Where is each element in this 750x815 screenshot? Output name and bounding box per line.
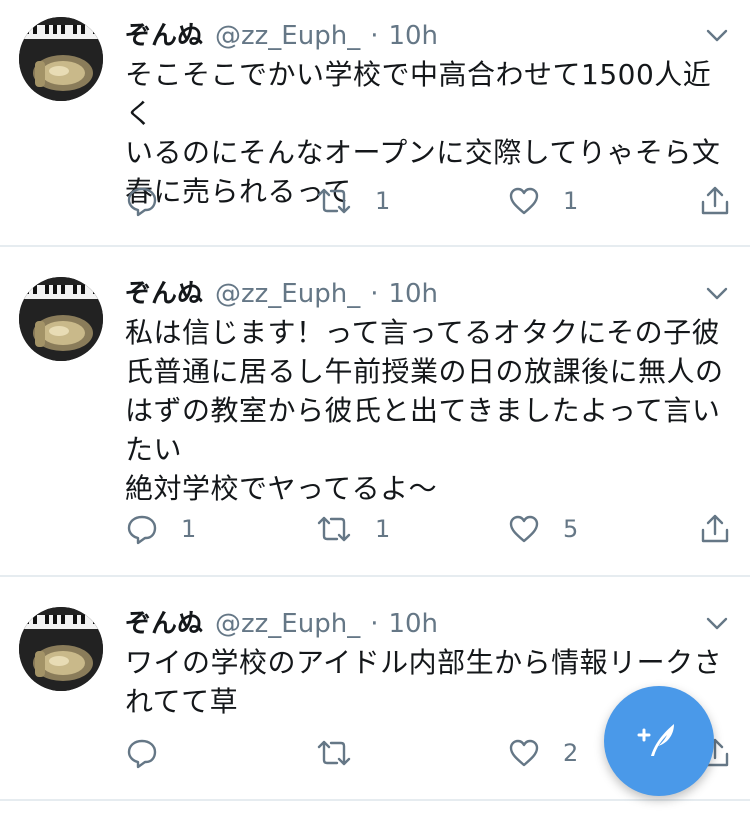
reply-button[interactable]	[125, 181, 181, 221]
retweet-button[interactable]	[315, 733, 375, 773]
tweet-header: ぞんぬ @zz_Euph_ · 10h	[125, 606, 690, 642]
display-name[interactable]: ぞんぬ	[125, 606, 203, 642]
retweet-icon	[315, 736, 353, 770]
chevron-down-icon[interactable]	[704, 610, 730, 636]
user-handle[interactable]: @zz_Euph_	[215, 606, 360, 642]
tweet[interactable]: ぞんぬ @zz_Euph_ · 10h そこそこでかい学校で中高合わせて1500…	[0, 0, 750, 247]
chevron-down-icon[interactable]	[704, 22, 730, 48]
reply-icon	[125, 512, 159, 546]
retweet-button[interactable]: 1	[315, 509, 390, 549]
user-handle[interactable]: @zz_Euph_	[215, 276, 360, 312]
display-name[interactable]: ぞんぬ	[125, 18, 203, 54]
like-button[interactable]: 5	[507, 509, 578, 549]
timestamp[interactable]: 10h	[388, 18, 438, 54]
separator-dot: ·	[370, 609, 379, 639]
avatar[interactable]	[19, 607, 103, 691]
user-handle[interactable]: @zz_Euph_	[215, 18, 360, 54]
like-count: 1	[563, 187, 579, 215]
tweet[interactable]: ぞんぬ @zz_Euph_ · 10h 私は信じます！って言ってるオタクにその子…	[0, 247, 750, 577]
tweet-header: ぞんぬ @zz_Euph_ · 10h	[125, 18, 690, 54]
reply-count: 1	[181, 515, 197, 543]
avatar[interactable]	[19, 17, 103, 101]
like-count: 2	[563, 739, 579, 767]
tweet-actions: 1 1 5	[125, 509, 750, 549]
reply-button[interactable]: 1	[125, 509, 196, 549]
share-button[interactable]	[698, 509, 732, 549]
separator-dot: ·	[370, 279, 379, 309]
display-name[interactable]: ぞんぬ	[125, 276, 203, 312]
like-count: 5	[563, 515, 579, 543]
avatar[interactable]	[19, 277, 103, 361]
timestamp[interactable]: 10h	[388, 276, 438, 312]
heart-icon	[507, 512, 541, 546]
retweet-button[interactable]: 1	[315, 181, 390, 221]
like-button[interactable]: 1	[507, 181, 578, 221]
like-button[interactable]: 2	[507, 733, 578, 773]
tweet-actions: 1 1	[125, 181, 750, 221]
retweet-count: 1	[375, 515, 391, 543]
heart-icon	[507, 184, 541, 218]
retweet-count: 1	[375, 187, 391, 215]
heart-icon	[507, 736, 541, 770]
share-icon	[698, 512, 732, 546]
reply-button[interactable]	[125, 733, 181, 773]
tweet-text: 私は信じます！って言ってるオタクにその子彼 氏普通に居るし午前授業の日の放課後に…	[125, 316, 724, 505]
compose-tweet-button[interactable]	[604, 686, 714, 796]
reply-icon	[125, 184, 159, 218]
compose-tweet-icon	[636, 716, 682, 766]
tweet-header: ぞんぬ @zz_Euph_ · 10h	[125, 276, 690, 312]
retweet-icon	[315, 512, 353, 546]
share-button[interactable]	[698, 181, 732, 221]
share-icon	[698, 184, 732, 218]
chevron-down-icon[interactable]	[704, 280, 730, 306]
reply-icon	[125, 736, 159, 770]
separator-dot: ·	[370, 21, 379, 51]
retweet-icon	[315, 184, 353, 218]
timestamp[interactable]: 10h	[388, 606, 438, 642]
